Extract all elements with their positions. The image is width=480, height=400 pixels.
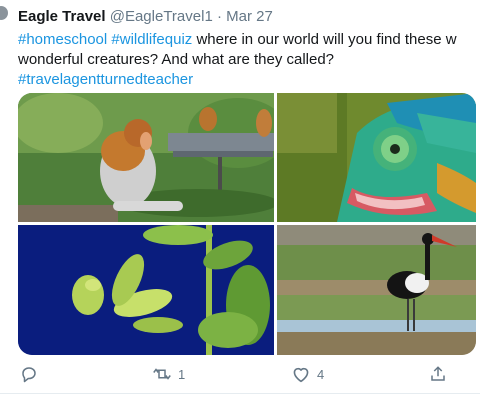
share-icon (429, 365, 447, 383)
like-count: 4 (317, 366, 325, 382)
retweet-icon (152, 365, 172, 383)
retweet-count: 1 (178, 366, 186, 382)
hashtag-link[interactable]: #homeschool (18, 31, 107, 48)
share-button[interactable] (429, 362, 447, 386)
tweet-divider (0, 393, 480, 394)
reply-button[interactable] (20, 362, 44, 386)
hashtag-link[interactable]: #wildlifequiz (111, 31, 192, 48)
separator-dot: · (216, 8, 222, 25)
hashtag-link[interactable]: #travelagentturnedteacher (18, 71, 193, 88)
display-name[interactable]: Eagle Travel (18, 8, 106, 25)
tweet-text-line-2: wonderful creatures? And what are they c… (18, 51, 335, 68)
tweet-date[interactable]: Mar 27 (226, 8, 273, 25)
photo-chameleon[interactable] (277, 93, 476, 222)
tweet-text: #homeschool #wildlifequiz where in our w… (18, 30, 480, 90)
like-button[interactable]: 4 (291, 362, 324, 386)
tweet-actions: 1 4 (0, 362, 480, 386)
photo-proboscis-monkey[interactable] (18, 93, 274, 222)
tweet-text-fragment: where in our world will you find these w (192, 31, 457, 48)
tweet-header: Eagle Travel @EagleTravel1 · Mar 27 (18, 7, 273, 27)
tweet-text-line-3: #travelagentturnedteacher (18, 70, 480, 90)
tweet-text-line-1: #homeschool #wildlifequiz where in our w… (18, 30, 480, 50)
like-icon (291, 365, 311, 383)
retweet-button[interactable]: 1 (152, 362, 185, 386)
reply-icon (20, 365, 38, 383)
photo-saddle-billed-stork[interactable] (277, 225, 476, 355)
user-handle[interactable]: @EagleTravel1 (110, 8, 213, 25)
photo-praying-mantis[interactable] (18, 225, 274, 355)
media-grid (18, 93, 476, 355)
avatar[interactable] (0, 6, 8, 20)
